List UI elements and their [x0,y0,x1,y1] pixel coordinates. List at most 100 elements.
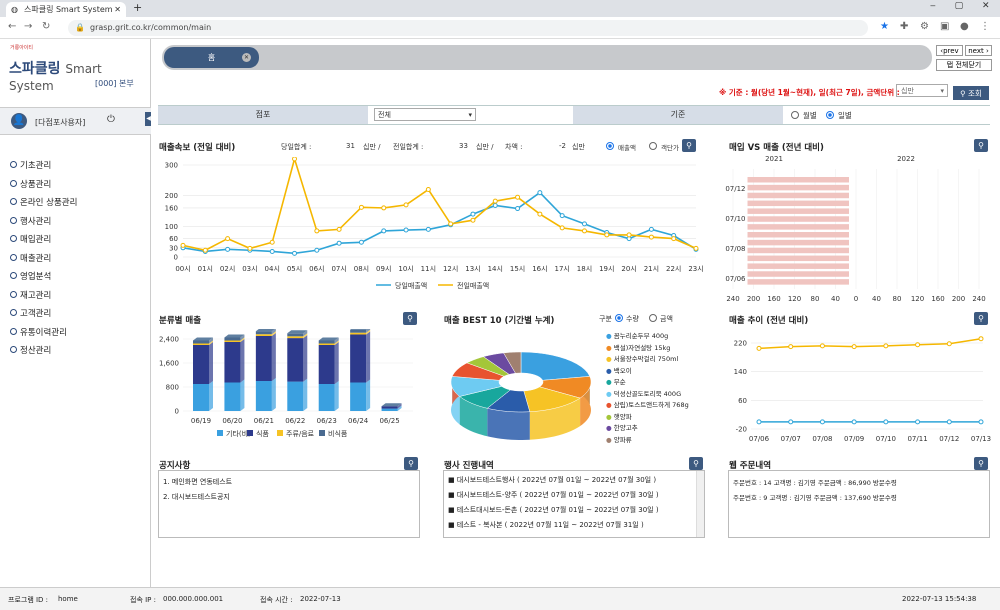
sidebar-item[interactable]: 상품관리 [10,178,51,190]
tab-close-icon[interactable]: ✕ [242,53,251,62]
category-zoom-button[interactable]: ⚲ [403,312,417,325]
daily-label: 일별 [838,111,852,120]
events-scrollbar[interactable] [696,471,704,537]
x-tick-label: 02시 [220,265,235,273]
unit-value: 십만 [901,87,914,95]
bookmark-star-icon[interactable]: ★ [880,21,889,32]
y-tick-label: 07/12 [725,185,745,193]
extension-icon[interactable]: ✚ [900,21,908,32]
sales-amount-radio[interactable] [606,142,614,150]
event-item[interactable]: ■ 대시보드테스트행사 ( 2022년 07월 01일 ~ 2022년 07월 … [448,475,656,485]
y-tick-label: 07/10 [725,215,745,223]
data-point [247,245,253,251]
prev-tab-button[interactable]: ‹prev [936,45,963,56]
orders-zoom-button[interactable]: ⚲ [974,457,988,470]
puzzle-icon[interactable]: ⚙ [920,21,929,32]
reload-icon[interactable]: ↻ [42,21,50,32]
event-item[interactable]: ■ 테스트대시보드-돈촌 ( 2022년 07월 01일 ~ 2022년 07월… [448,505,659,515]
profile-icon[interactable]: ● [960,21,969,32]
sidebar-item[interactable]: 재고관리 [10,289,51,301]
menu-dots-icon[interactable]: ⋮ [980,21,990,32]
user-name: [다점포사용자] [35,118,86,127]
stack-segment [255,336,272,381]
stack-segment [287,336,304,339]
tab-home[interactable]: 홈 ✕ [164,47,259,68]
sidebar-item[interactable]: 온라인 상품관리 [10,196,77,208]
x-tick-label: 01시 [198,265,213,273]
pie-slice-side [487,408,530,440]
x-tick-label: 23시 [688,265,703,273]
sidebar-item[interactable]: 매입관리 [10,233,51,245]
stack-segment [224,382,241,411]
stack-segment [224,342,241,383]
x-tick-label: 20시 [621,265,636,273]
sidebar-item[interactable]: 영업분석 [10,270,51,282]
sidebar-item[interactable]: 매출관리 [10,252,51,264]
today-value: 31 [346,142,355,150]
new-tab-icon[interactable]: + [133,1,142,14]
sidebar: 거룡아이티 스파클링 Smart System [000] 본부 👤 [다점포사… [0,39,152,587]
sidebar-item-label: 정산관리 [20,346,52,356]
data-point [314,247,320,253]
main-content: 홈 ✕ ‹prev next › 탭 전체닫기 ※ 기준 : 월(당년 1월~현… [151,39,1000,587]
search-button[interactable]: ⚲ 조회 [953,86,989,100]
sidepanel-icon[interactable]: ▣ [940,21,949,32]
x-tick-label: 22시 [666,265,681,273]
next-tab-button[interactable]: next › [965,45,992,56]
sidebar-item[interactable]: 고객관리 [10,307,51,319]
power-icon[interactable]: ⏻ [107,114,115,125]
close-tab-icon[interactable]: ✕ [114,2,121,17]
order-item[interactable]: 주문번호 : 14 고객명 : 김기영 주문금액 : 86,990 방문수령 [733,477,897,487]
order-item[interactable]: 주문번호 : 9 고객명 : 김기영 주문금액 : 137,690 방문수령 [733,492,897,502]
event-item[interactable]: ■ 대시보드테스트-양주 ( 2022년 07월 01일 ~ 2022년 07월… [448,490,659,500]
sidebar-item[interactable]: 정산관리 [10,344,51,356]
sidebar-item[interactable]: 기초관리 [10,159,51,171]
best-legend-label: 백오이 [613,366,632,375]
stack-segment [224,340,241,342]
event-item[interactable]: ■ 테스트 - 복사본 ( 2022년 07월 11일 ~ 2022년 07월 … [448,520,644,530]
best-legend-item: ● 꼼누리순두부 400g [606,330,668,340]
back-icon[interactable]: ← [8,21,16,32]
globe-icon: ◍ [11,5,18,14]
sidebar-item[interactable]: 행사관리 [10,215,51,227]
notice-item[interactable]: 1. 메인화면 연동테스트 [163,477,232,487]
legend-dot-icon: ● [606,401,614,409]
notice-item[interactable]: 2. 대시보드테스트공지 [163,492,230,502]
trend-zoom-button[interactable]: ⚲ [974,312,988,325]
buysell-bar-chart: 2021 2022 240 200 160 120 80 40 0 40 80 120 160 200 24… [725,155,985,301]
x-tick-label: 11시 [421,265,436,273]
close-all-tabs-button[interactable]: 탭 전체닫기 [936,59,992,71]
data-point [470,217,476,223]
data-point [978,336,984,342]
y-tick-label: 07/08 [725,245,745,253]
x-tick-label: 07/12 [939,435,959,443]
x-tick-label: 00시 [175,265,190,273]
sidebar-item-label: 기초관리 [20,161,52,171]
unit-price-radio[interactable] [649,142,657,150]
unit-select[interactable]: 십만 ▾ [896,84,948,97]
browser-tab[interactable]: ◍ 스파클링 Smart System ✕ [6,2,126,17]
x-tick-label: 14시 [488,265,503,273]
sidebar-item-label: 유통이력관리 [20,327,67,338]
quantity-radio[interactable] [615,314,623,322]
x-tick-label: 06/25 [379,417,399,425]
sales-zoom-button[interactable]: ⚲ [682,139,696,152]
sidebar-item[interactable]: 유통이력관리 [10,326,67,338]
notice-list: 1. 메인화면 연동테스트 2. 대시보드테스트공지 [158,470,420,538]
store-select[interactable]: 전체 ▾ [374,108,476,121]
url-field[interactable]: 🔒 grasp.grit.co.kr/common/main [68,20,868,36]
category-bar-chart: 0 800 1,600 2,400 06/19 06/20 06/21 06/22 06/23 0… [159,329,413,438]
events-zoom-button[interactable]: ⚲ [689,457,703,470]
data-point [336,240,342,246]
legend-dot-icon: ● [606,424,614,432]
data-point [648,226,654,232]
amount-radio[interactable] [649,314,657,322]
data-point [819,343,825,349]
sales-bar [747,177,849,183]
data-point [515,206,521,212]
monthly-radio[interactable] [791,111,799,119]
notice-zoom-button[interactable]: ⚲ [404,457,418,470]
window-controls[interactable]: ‒ ▢ ✕ [930,1,998,11]
forward-icon[interactable]: → [24,21,32,32]
daily-radio[interactable] [826,111,834,119]
